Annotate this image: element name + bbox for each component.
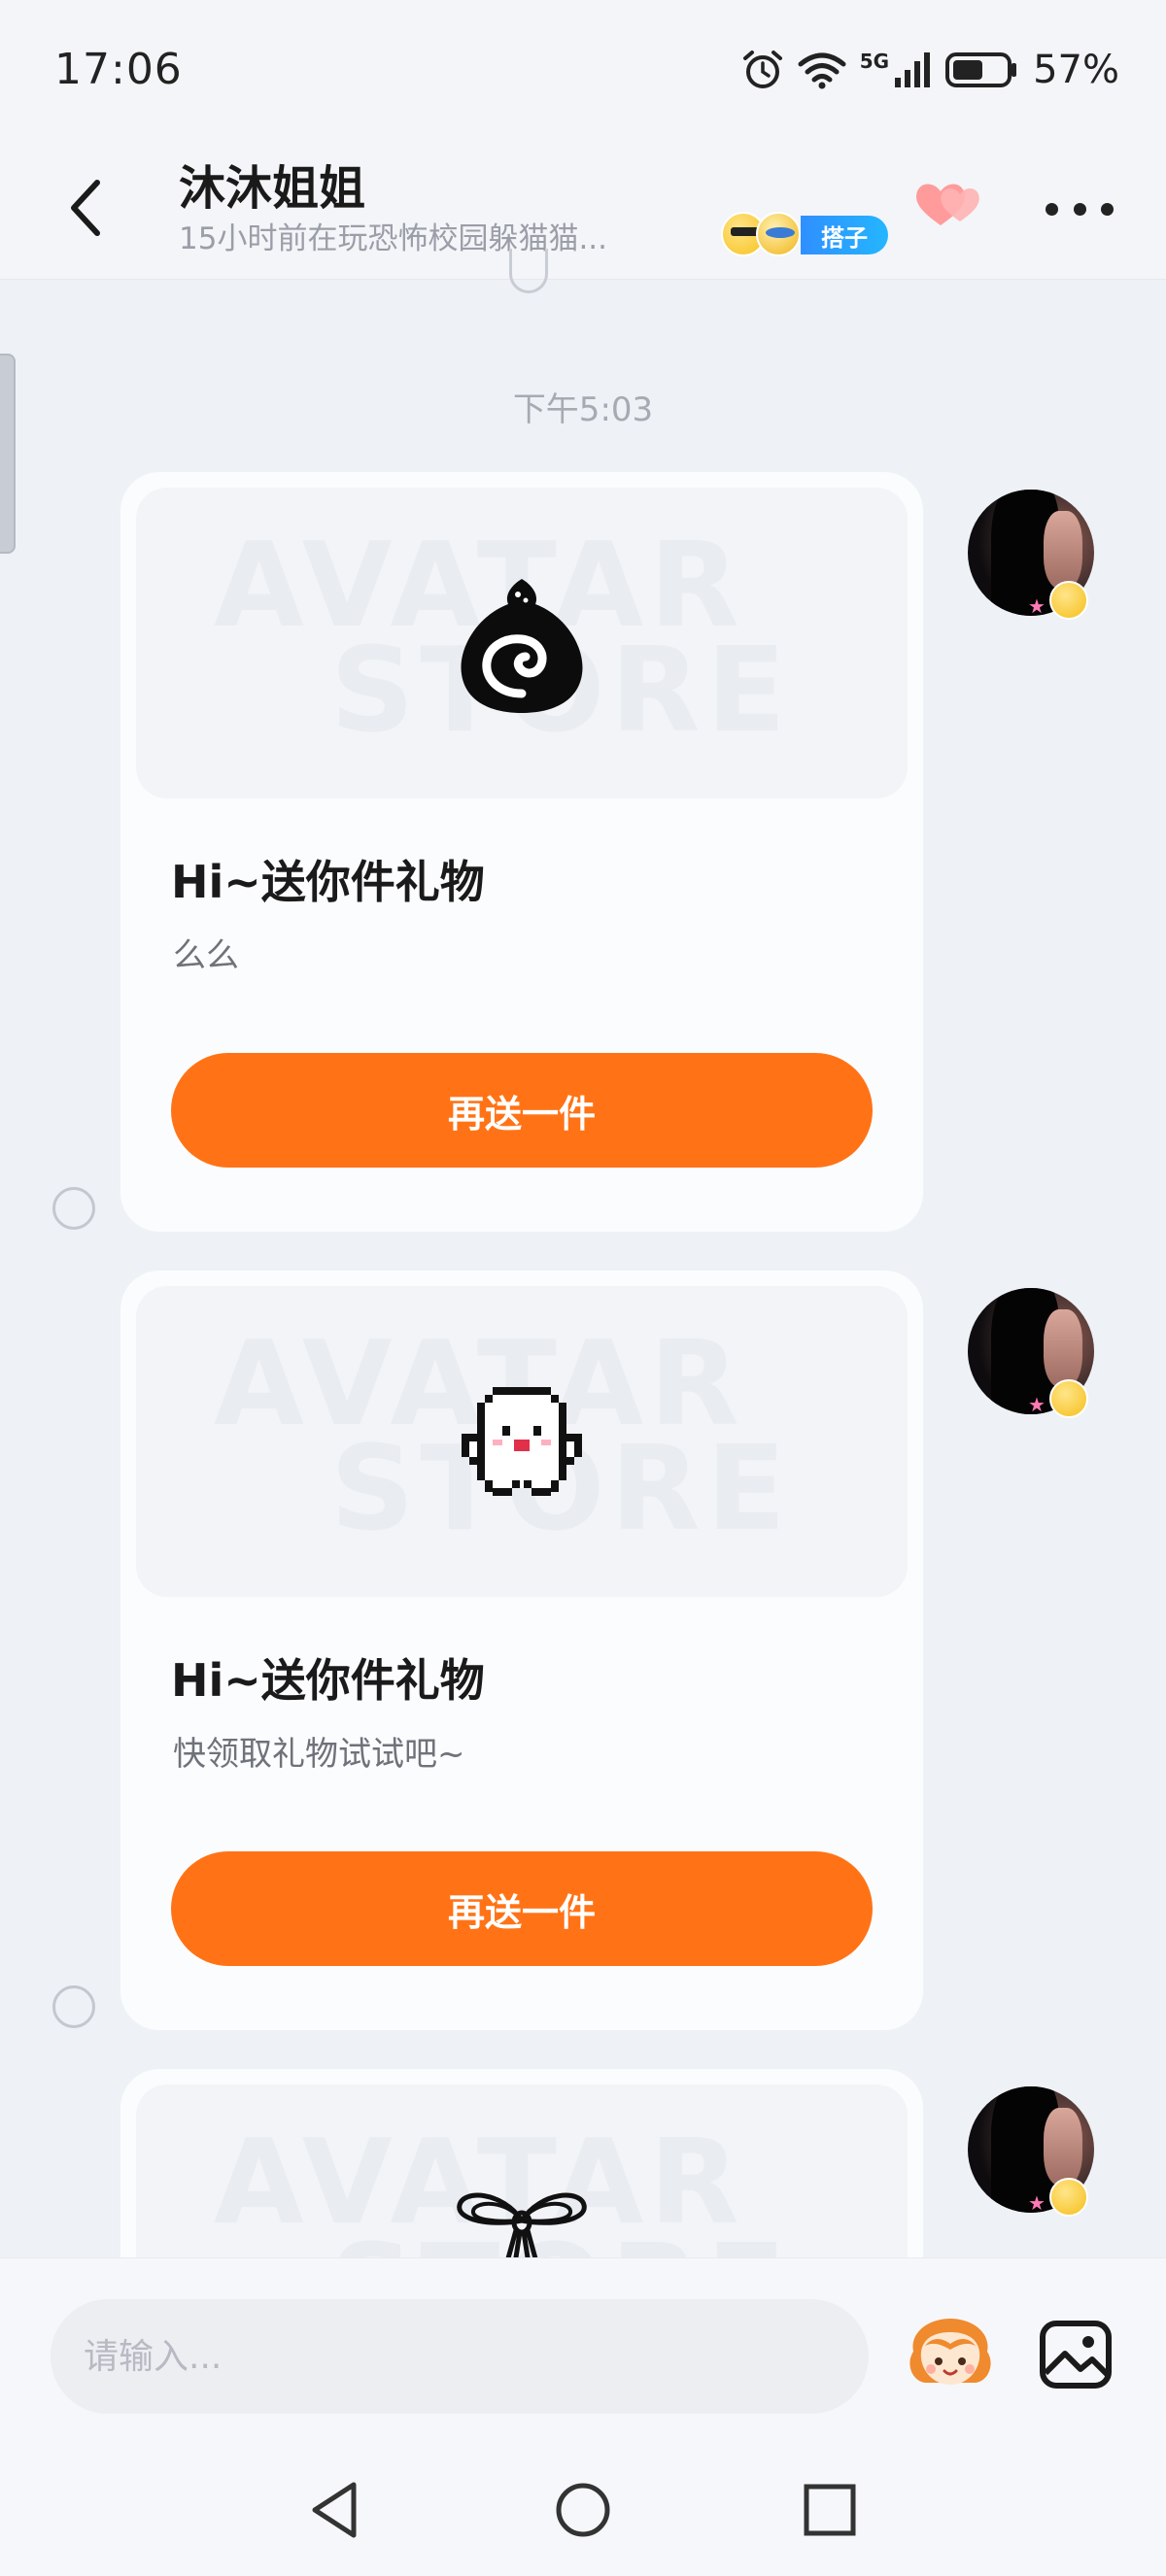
gift-image-panel: AVATAR STORE [136,2085,908,2257]
signal-icon [893,51,932,89]
status-emoji-group [721,212,801,256]
message-item: AVATAR STORE Hi~送你件礼物 么么 再送一件 ★ [0,472,1166,1239]
gift-image-panel: AVATAR STORE [136,1286,908,1597]
gift-card[interactable]: AVATAR STORE [120,2069,923,2257]
starstruck-emoji-icon [756,212,801,256]
nav-home-icon[interactable] [548,2475,618,2545]
avatar-emoji-badge [1049,581,1088,620]
bow-ribbon-icon [457,2192,587,2257]
system-nav-bar [0,2446,1166,2576]
swirl-bun-icon [461,579,583,713]
message-item: AVATAR STORE ★ [0,2069,1166,2257]
alarm-icon [741,49,784,91]
battery-percent: 57% [1033,48,1119,92]
battery-icon [945,51,1019,89]
wifi-icon [798,51,846,89]
status-icons: 5G 57% [741,45,1119,95]
status-time: 17:06 [54,45,183,94]
back-button[interactable] [54,173,117,243]
send-again-button[interactable]: 再送一件 [171,1851,873,1966]
gift-card-title: Hi~送你件礼物 [171,856,485,908]
message-input-bar [0,2257,1166,2446]
mascot-icon[interactable] [904,2313,997,2402]
chat-header: 沐沐姐姐 15小时前在玩恐怖校园躲猫猫... 搭子 [0,136,1166,280]
chat-status-subtitle: 15小时前在玩恐怖校园躲猫猫... [179,221,608,256]
message-item: AVATAR STORE Hi~送你件礼物 快领取礼物试试吧~ 再送一件 ★ [0,1271,1166,2038]
back-icon [71,180,100,236]
pixel-ghost-icon [462,1387,582,1496]
gift-image-panel: AVATAR STORE [136,488,908,798]
status-bar: 17:06 5G 57% [0,0,1166,136]
chat-title[interactable]: 沐沐姐姐 [179,150,365,218]
star-icon: ★ [1028,2191,1046,2215]
send-again-button[interactable]: 再送一件 [171,1053,873,1168]
gift-card-title: Hi~送你件礼物 [171,1654,485,1707]
more-dot [1101,202,1114,216]
nav-back-icon[interactable] [301,2475,371,2545]
nav-recents-icon[interactable] [795,2475,865,2545]
select-circle[interactable] [52,1985,95,2028]
image-icon[interactable] [1038,2317,1114,2392]
star-icon: ★ [1028,1393,1046,1416]
star-icon: ★ [1028,594,1046,618]
select-circle-partial [509,249,548,293]
message-timestamp: 下午5:03 [512,390,654,429]
more-dot [1073,202,1086,216]
avatar-emoji-badge [1049,2178,1088,2217]
network-label: 5G [859,50,890,73]
gift-card[interactable]: AVATAR STORE Hi~送你件礼物 么么 再送一件 [120,472,923,1232]
partner-tag-badge[interactable]: 搭子 [801,216,888,254]
more-dot [1046,202,1058,216]
more-options-button[interactable] [1046,185,1114,233]
hearts-icon[interactable] [911,175,989,233]
gift-card-message: 么么 [173,936,239,975]
avatar-emoji-badge [1049,1379,1088,1418]
gift-card-message: 快领取礼物试试吧~ [173,1735,465,1774]
gift-card[interactable]: AVATAR STORE [120,1271,923,2030]
message-input[interactable] [51,2299,869,2414]
select-circle[interactable] [52,1187,95,1230]
